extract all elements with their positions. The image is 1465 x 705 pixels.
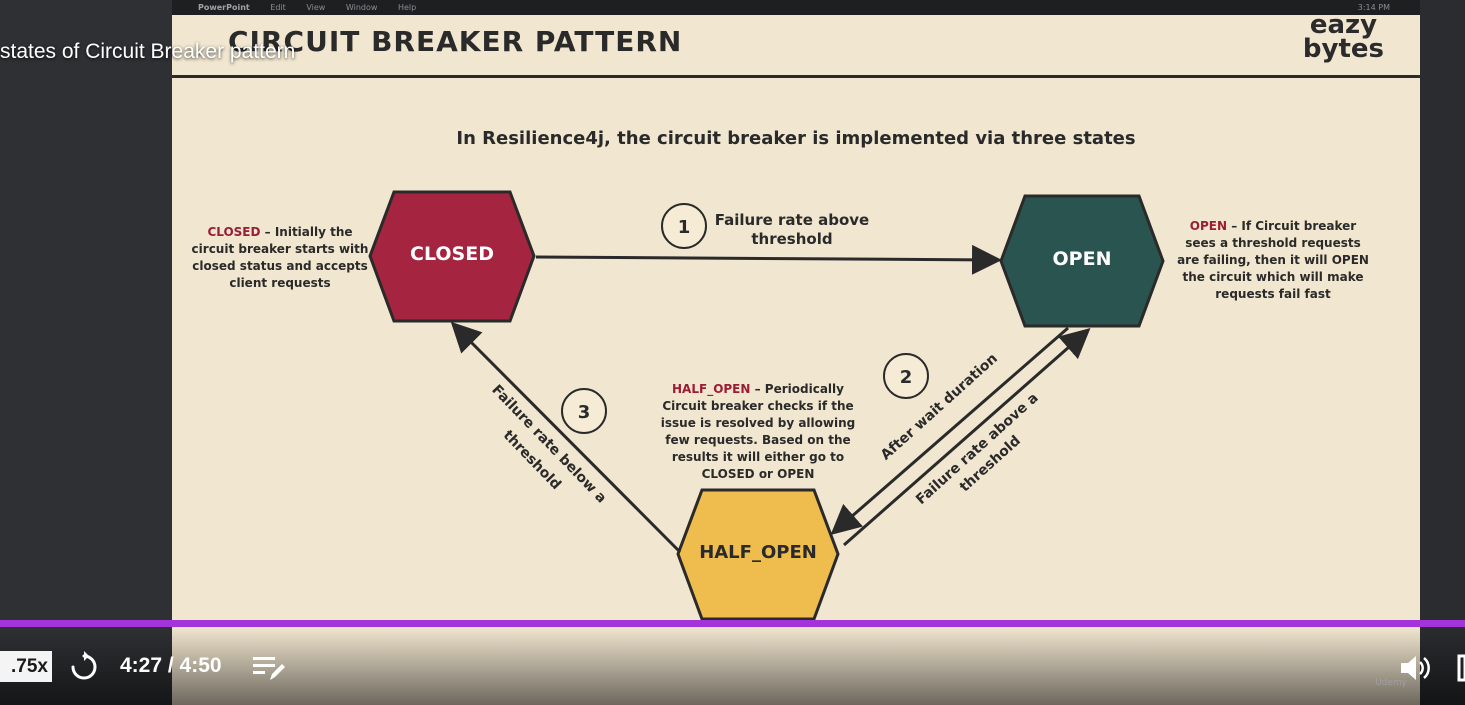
open-state-label: OPEN	[1053, 248, 1112, 270]
closed-state-label: CLOSED	[410, 243, 494, 265]
macos-menubar: PowerPoint Edit View Window Help 3:14 PM	[172, 0, 1420, 15]
open-desc-line-3: are failing, then it will OPEN	[1177, 253, 1369, 267]
open-description-line-1: OPEN – If Circuit breaker	[1190, 219, 1357, 233]
menubar-help: Help	[397, 3, 417, 12]
state-diagram: In Resilience4j, the circuit breaker is …	[192, 128, 1369, 621]
open-desc-line-1: – If Circuit breaker	[1227, 219, 1356, 233]
half-open-description: HALF_OPEN – Periodically Circuit breaker…	[661, 382, 855, 481]
time-display: 4:27 / 4:50	[120, 654, 222, 677]
transcript-button[interactable]	[252, 654, 286, 686]
half-open-desc-line-4: few requests. Based on the	[665, 433, 850, 447]
half-open-desc-line-6: CLOSED or OPEN	[702, 467, 815, 481]
closed-desc-line-2: circuit breaker starts with	[192, 242, 369, 256]
menubar-edit: Edit	[270, 3, 286, 12]
presentation-slide: CIRCUIT BREAKER PATTERN eazy bytes In Re…	[172, 12, 1420, 705]
menubar-app-name: PowerPoint	[198, 3, 250, 12]
closed-desc-line-3: closed status and accepts	[192, 259, 367, 273]
half-open-desc-line-5: results it will either go to	[672, 450, 844, 464]
transition-1-label-line1: Failure rate above	[715, 211, 869, 229]
transition-arrow-half-open-to-open	[843, 328, 1091, 547]
transition-1-number: 1	[678, 217, 691, 238]
video-right-letterbox	[1420, 0, 1465, 705]
half-open-desc-line-1: – Periodically	[750, 382, 844, 396]
video-title: states of Circuit Breaker pattern	[0, 40, 296, 63]
open-desc-line-4: the circuit which will make	[1182, 270, 1363, 284]
transition-arrow-open-to-half-open	[830, 326, 1069, 535]
half-open-description-line-1: HALF_OPEN – Periodically	[672, 382, 844, 397]
closed-keyword: CLOSED	[207, 225, 260, 239]
half-open-state-label: HALF_OPEN	[699, 542, 817, 563]
watermark: Udemy	[1375, 678, 1407, 688]
closed-description-line-1: CLOSED – Initially the	[207, 225, 352, 239]
closed-description: CLOSED – Initially the circuit breaker s…	[192, 225, 369, 290]
menubar-window: Window	[345, 3, 378, 12]
playback-speed-button[interactable]: .75x	[0, 651, 52, 682]
menubar-view: View	[306, 3, 326, 12]
half-open-keyword: HALF_OPEN	[672, 382, 750, 397]
fullscreen-button[interactable]	[1457, 654, 1465, 686]
transition-1-label-line2: threshold	[751, 230, 832, 248]
open-description: OPEN – If Circuit breaker sees a thresho…	[1177, 219, 1369, 301]
replay-button[interactable]	[68, 650, 100, 688]
half-open-desc-line-2: Circuit breaker checks if the	[662, 399, 853, 413]
closed-desc-line-1: – Initially the	[260, 225, 352, 239]
half-open-desc-line-3: issue is resolved by allowing	[661, 416, 855, 430]
open-keyword: OPEN	[1190, 219, 1227, 233]
transition-2-number: 2	[900, 367, 913, 388]
closed-desc-line-4: client requests	[229, 276, 330, 290]
fullscreen-icon	[1457, 654, 1465, 682]
transition-3-number: 3	[578, 402, 591, 423]
video-progress-bar[interactable]	[0, 620, 1465, 627]
open-desc-line-2: sees a threshold requests	[1185, 236, 1361, 250]
transition-arrow-half-open-to-closed	[450, 321, 682, 554]
replay-icon	[71, 651, 97, 680]
notes-edit-icon	[253, 657, 285, 680]
transition-arrow-closed-to-open	[535, 244, 1002, 275]
video-left-letterbox	[0, 0, 172, 705]
open-desc-line-5: requests fail fast	[1215, 287, 1331, 301]
diagram-subtitle: In Resilience4j, the circuit breaker is …	[456, 128, 1135, 149]
